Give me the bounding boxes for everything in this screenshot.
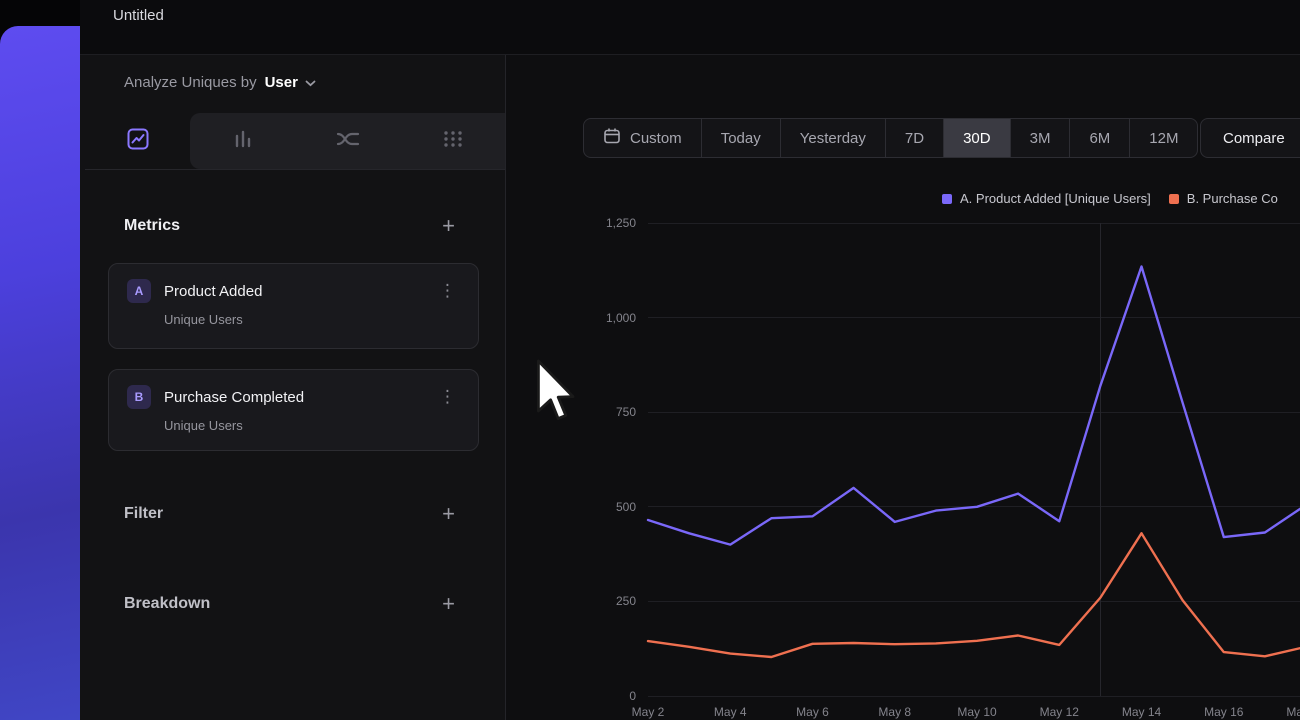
range-option-3m[interactable]: 3M <box>1010 119 1070 157</box>
range-label: 6M <box>1089 130 1110 147</box>
y-axis-tick-label: 750 <box>616 405 636 419</box>
add-metric-button[interactable]: + <box>442 215 455 237</box>
sidebar: Analyze Uniques by User <box>80 55 506 720</box>
date-range-control: Custom Today Yesterday 7D 30D 3M 6M 12M <box>583 118 1198 158</box>
range-option-30d[interactable]: 30D <box>943 119 1010 157</box>
x-axis-labels: May 2May 4May 6May 8May 10May 12May 14Ma… <box>648 705 1300 720</box>
flows-icon <box>336 128 360 155</box>
range-option-today[interactable]: Today <box>701 119 780 157</box>
calendar-icon <box>603 127 621 149</box>
range-label: 3M <box>1030 130 1051 147</box>
kebab-icon: ⋮ <box>439 281 456 301</box>
legend-swatch-purple <box>942 194 952 204</box>
analyze-dimension-select[interactable]: User <box>265 74 316 91</box>
metrics-section-header: Metrics + <box>124 215 455 237</box>
metric-title: Purchase Completed <box>164 389 420 406</box>
breakdown-heading: Breakdown <box>124 595 210 613</box>
metric-subtitle[interactable]: Unique Users <box>164 418 462 433</box>
y-axis-tick-label: 1,250 <box>606 216 636 230</box>
add-filter-button[interactable]: + <box>442 503 455 525</box>
range-option-yesterday[interactable]: Yesterday <box>780 119 885 157</box>
legend-label: B. Purchase Co <box>1187 191 1278 206</box>
tab-flows[interactable] <box>295 113 400 169</box>
report-title[interactable]: Untitled <box>113 7 164 24</box>
y-axis-tick-label: 0 <box>629 689 636 703</box>
add-breakdown-button[interactable]: + <box>442 593 455 615</box>
range-label: 30D <box>963 130 991 147</box>
range-option-6m[interactable]: 6M <box>1069 119 1129 157</box>
chevron-down-icon <box>305 74 316 91</box>
chart-line-series <box>648 223 1300 696</box>
top-bar: Untitled <box>80 0 1300 55</box>
metric-subtitle[interactable]: Unique Users <box>164 312 462 327</box>
range-label: 7D <box>905 130 924 147</box>
range-option-7d[interactable]: 7D <box>885 119 943 157</box>
x-axis-tick-label: May 2 <box>632 705 665 719</box>
legend-item-b: B. Purchase Co <box>1169 191 1278 206</box>
x-axis-tick-label: May 12 <box>1040 705 1079 719</box>
metrics-heading: Metrics <box>124 217 180 235</box>
range-option-custom[interactable]: Custom <box>584 119 701 157</box>
metric-title: Product Added <box>164 283 420 300</box>
chart-plot-area[interactable] <box>648 223 1300 696</box>
metric-badge-b: B <box>127 385 151 409</box>
x-axis-tick-label: May 4 <box>714 705 747 719</box>
metric-badge-a: A <box>127 279 151 303</box>
x-axis-tick-label: May 6 <box>796 705 829 719</box>
kebab-icon: ⋮ <box>439 387 456 407</box>
chart-type-tabbar <box>85 113 505 170</box>
range-label: Custom <box>630 130 682 147</box>
y-axis-tick-label: 250 <box>616 594 636 608</box>
compare-label: Compare <box>1223 130 1285 147</box>
analyze-uniques-label: Analyze Uniques by <box>124 74 257 91</box>
brand-gradient-strip <box>0 26 80 720</box>
dots-grid-icon <box>442 128 464 155</box>
legend-item-a: A. Product Added [Unique Users] <box>942 191 1151 206</box>
metric-card-a[interactable]: A Product Added ⋮ Unique Users <box>108 263 479 349</box>
analyze-dimension-value: User <box>265 74 298 91</box>
range-option-12m[interactable]: 12M <box>1129 119 1197 157</box>
x-axis-tick-label: May 16 <box>1204 705 1243 719</box>
legend-swatch-orange <box>1169 194 1179 204</box>
chart-legend: A. Product Added [Unique Users] B. Purch… <box>942 191 1278 206</box>
line-chart-icon <box>127 128 149 155</box>
y-axis-tick-label: 1,000 <box>606 311 636 325</box>
bar-chart-icon <box>232 128 254 155</box>
metric-menu-button[interactable]: ⋮ <box>433 387 462 407</box>
tab-insights[interactable] <box>85 113 190 169</box>
tab-funnels[interactable] <box>190 113 295 169</box>
breakdown-section-header: Breakdown + <box>124 593 455 615</box>
metric-card-b[interactable]: B Purchase Completed ⋮ Unique Users <box>108 369 479 451</box>
compare-button[interactable]: Compare <box>1200 118 1300 158</box>
y-axis-tick-label: 500 <box>616 500 636 514</box>
chart-panel: Custom Today Yesterday 7D 30D 3M 6M 12M … <box>506 55 1300 720</box>
x-axis-tick-label: May 8 <box>878 705 911 719</box>
metric-menu-button[interactable]: ⋮ <box>433 281 462 301</box>
range-label: Today <box>721 130 761 147</box>
x-axis-tick-label: May 10 <box>957 705 996 719</box>
filter-section-header: Filter + <box>124 503 455 525</box>
range-label: 12M <box>1149 130 1178 147</box>
filter-heading: Filter <box>124 505 163 523</box>
x-axis-tick-label: May 18 <box>1286 705 1300 719</box>
analyze-row: Analyze Uniques by User <box>124 74 316 91</box>
x-axis-tick-label: May 14 <box>1122 705 1161 719</box>
legend-label: A. Product Added [Unique Users] <box>960 191 1151 206</box>
y-axis-labels: 02505007501,0001,250 <box>564 223 636 696</box>
range-label: Yesterday <box>800 130 866 147</box>
tab-retention[interactable] <box>400 113 505 169</box>
